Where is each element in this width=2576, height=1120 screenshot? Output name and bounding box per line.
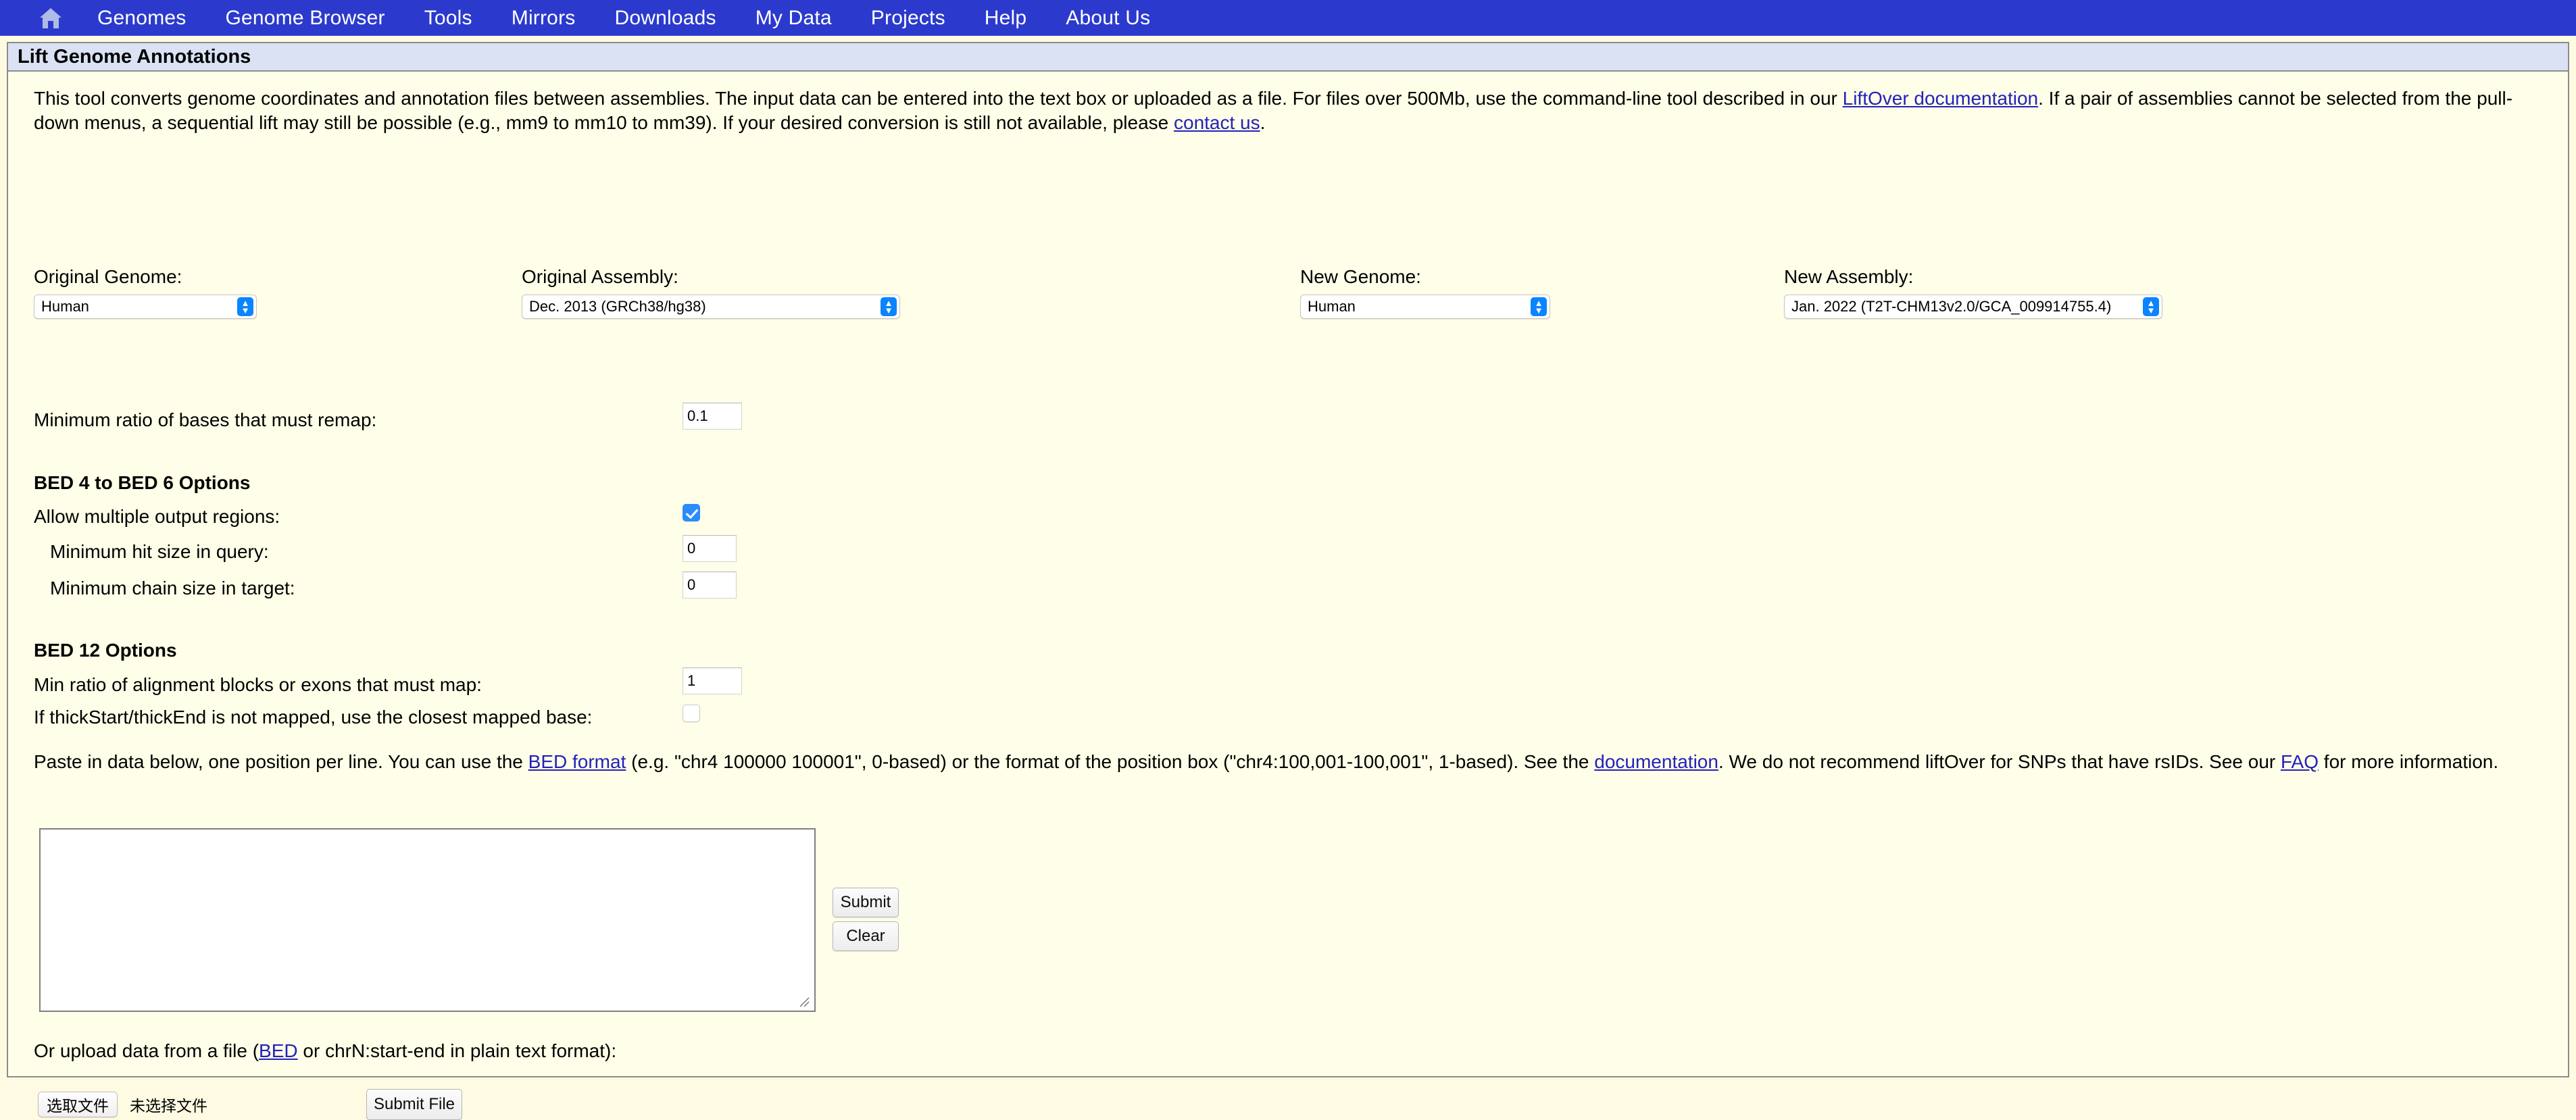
paste-data-textarea[interactable] <box>39 828 816 1012</box>
paste-text-2: (e.g. "chr4 100000 100001", 0-based) or … <box>626 751 1595 772</box>
liftover-form-panel: This tool converts genome coordinates an… <box>7 72 2569 1120</box>
nav-item-downloads[interactable]: Downloads <box>614 7 716 28</box>
page-title-bar: Lift Genome Annotations <box>7 42 2569 72</box>
upload-text-1: Or upload data from a file ( <box>34 1040 259 1061</box>
intro-text-1: This tool converts genome coordinates an… <box>34 88 1843 109</box>
original-assembly-select[interactable]: Dec. 2013 (GRCh38/hg38) ▲ ▼ <box>522 295 900 319</box>
bed4-to-bed6-heading: BED 4 to BED 6 Options <box>34 472 251 493</box>
nav-item-mirrors[interactable]: Mirrors <box>512 7 576 28</box>
new-genome-select[interactable]: Human ▲ ▼ <box>1300 295 1550 319</box>
paste-text-1: Paste in data below, one position per li… <box>34 751 528 772</box>
contact-us-link[interactable]: contact us <box>1174 112 1260 133</box>
submit-button[interactable]: Submit <box>833 888 899 917</box>
clear-button[interactable]: Clear <box>833 921 899 951</box>
bed-format-link[interactable]: BED format <box>528 751 626 772</box>
thickstart-thickend-checkbox[interactable] <box>683 705 700 722</box>
allow-multiple-output-label: Allow multiple output regions: <box>34 506 280 527</box>
min-ratio-input[interactable]: 0.1 <box>683 403 742 430</box>
min-hit-size-label: Minimum hit size in query: <box>50 541 269 562</box>
home-link[interactable] <box>35 3 66 34</box>
choose-file-button[interactable]: 选取文件 <box>38 1092 118 1117</box>
original-assembly-value: Dec. 2013 (GRCh38/hg38) <box>529 298 706 315</box>
original-genome-value: Human <box>41 298 89 315</box>
nav-item-my-data[interactable]: My Data <box>756 7 832 28</box>
main-navigation-bar: Genomes Genome Browser Tools Mirrors Dow… <box>0 0 2576 36</box>
page-title: Lift Genome Annotations <box>18 45 251 68</box>
nav-item-tools[interactable]: Tools <box>424 7 472 28</box>
original-genome-label: Original Genome: <box>34 266 182 287</box>
paste-text-4: for more information. <box>2319 751 2499 772</box>
file-selection-status: 未选择文件 <box>130 1097 207 1115</box>
nav-item-genomes[interactable]: Genomes <box>97 7 186 28</box>
bed12-heading: BED 12 Options <box>34 640 177 661</box>
intro-paragraph: This tool converts genome coordinates an… <box>34 86 2534 135</box>
original-genome-select[interactable]: Human ▲ ▼ <box>34 295 257 319</box>
bed-link[interactable]: BED <box>259 1040 298 1061</box>
intro-text-3: . <box>1260 112 1266 133</box>
home-icon <box>40 7 61 28</box>
new-assembly-value: Jan. 2022 (T2T-CHM13v2.0/GCA_009914755.4… <box>1791 298 2112 315</box>
documentation-link[interactable]: documentation <box>1594 751 1718 772</box>
nav-item-projects[interactable]: Projects <box>871 7 945 28</box>
nav-item-genome-browser[interactable]: Genome Browser <box>225 7 385 28</box>
file-upload-row: 选取文件 未选择文件 <box>38 1092 207 1117</box>
min-chain-size-input[interactable]: 0 <box>683 571 737 599</box>
upload-text-2: or chrN:start-end in plain text format): <box>297 1040 617 1061</box>
liftover-documentation-link[interactable]: LiftOver documentation <box>1843 88 2039 109</box>
min-ratio-alignment-label: Min ratio of alignment blocks or exons t… <box>34 674 482 695</box>
chevron-updown-icon: ▲ ▼ <box>2143 297 2159 316</box>
new-assembly-select[interactable]: Jan. 2022 (T2T-CHM13v2.0/GCA_009914755.4… <box>1784 295 2162 319</box>
submit-file-button[interactable]: Submit File <box>366 1089 462 1120</box>
faq-link[interactable]: FAQ <box>2281 751 2319 772</box>
new-genome-label: New Genome: <box>1300 266 1421 287</box>
upload-instructions-paragraph: Or upload data from a file (BED or chrN:… <box>34 1039 2061 1063</box>
new-genome-value: Human <box>1308 298 1356 315</box>
thickstart-thickend-label: If thickStart/thickEnd is not mapped, us… <box>34 707 593 728</box>
min-ratio-label: Minimum ratio of bases that must remap: <box>34 409 377 430</box>
min-ratio-alignment-input[interactable]: 1 <box>683 667 742 694</box>
new-assembly-label: New Assembly: <box>1784 266 1914 287</box>
nav-item-about-us[interactable]: About Us <box>1066 7 1150 28</box>
chevron-updown-icon: ▲ ▼ <box>237 297 253 316</box>
min-chain-size-label: Minimum chain size in target: <box>50 578 295 599</box>
chevron-updown-icon: ▲ ▼ <box>1531 297 1547 316</box>
paste-text-3: . We do not recommend liftOver for SNPs … <box>1718 751 2281 772</box>
allow-multiple-output-checkbox[interactable] <box>683 504 700 521</box>
original-assembly-label: Original Assembly: <box>522 266 678 287</box>
nav-item-help[interactable]: Help <box>985 7 1027 28</box>
min-hit-size-input[interactable]: 0 <box>683 535 737 562</box>
chevron-updown-icon: ▲ ▼ <box>881 297 897 316</box>
paste-instructions-paragraph: Paste in data below, one position per li… <box>34 750 2548 774</box>
